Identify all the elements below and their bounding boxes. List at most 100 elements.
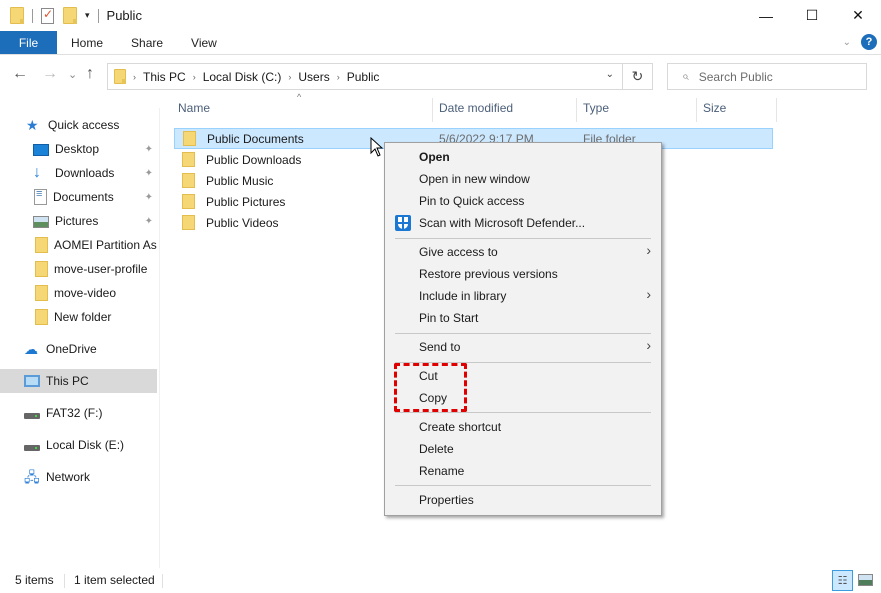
column-divider[interactable] <box>576 98 577 122</box>
tab-home[interactable]: Home <box>57 31 117 54</box>
search-input[interactable] <box>698 69 849 84</box>
column-header-size[interactable]: Size <box>703 101 726 119</box>
mouse-cursor-icon <box>370 137 384 157</box>
divider <box>32 8 33 23</box>
pin-icon: ✦ <box>144 215 153 227</box>
sidebar-item-pictures[interactable]: Pictures ✦ <box>0 209 157 233</box>
chevron-right-icon: › <box>646 337 651 353</box>
documents-icon <box>34 188 47 205</box>
chevron-right-icon[interactable]: › <box>133 72 136 82</box>
tab-file[interactable]: File <box>0 31 57 54</box>
chevron-right-icon[interactable]: › <box>193 72 196 82</box>
sidebar-item-new-folder[interactable]: New folder <box>0 305 157 329</box>
menu-item-include-in-library[interactable]: Include in library › <box>385 285 661 307</box>
forward-button[interactable]: → <box>42 65 58 83</box>
context-menu: Open Open in new window Pin to Quick acc… <box>384 142 662 516</box>
column-header-type[interactable]: Type <box>583 101 609 119</box>
refresh-button[interactable]: ↻ <box>623 63 653 90</box>
sidebar-item-label: Local Disk (E:) <box>46 438 125 452</box>
column-divider[interactable] <box>432 98 433 122</box>
large-icons-view-button[interactable] <box>858 574 873 586</box>
menu-separator <box>395 333 651 334</box>
status-bar: 5 items 1 item selected ☷ <box>0 570 881 593</box>
menu-item-send-to[interactable]: Send to › <box>385 336 661 358</box>
refresh-icon: ↻ <box>631 68 644 84</box>
menu-item-restore-previous-versions[interactable]: Restore previous versions <box>385 263 661 285</box>
menu-item-properties[interactable]: Properties <box>385 489 661 511</box>
minimize-icon: — <box>759 7 773 24</box>
sidebar-item-network[interactable]: 🖧 Network <box>0 465 157 489</box>
sidebar-item-aomei[interactable]: AOMEI Partition Assistant <box>0 233 157 257</box>
file-name: Public Music <box>206 173 274 188</box>
sidebar-item-label: Quick access <box>48 118 120 132</box>
up-button[interactable]: ↑ <box>86 65 94 83</box>
menu-item-scan-with-defender[interactable]: Scan with Microsoft Defender... <box>385 212 661 234</box>
folder-icon <box>35 285 48 301</box>
folder-icon <box>182 215 195 230</box>
sidebar-item-onedrive[interactable]: ☁ OneDrive <box>0 337 157 361</box>
column-header-date-modified[interactable]: Date modified <box>439 101 513 119</box>
details-view-button[interactable]: ☷ <box>832 570 853 591</box>
sidebar-item-this-pc[interactable]: This PC <box>0 369 157 393</box>
sidebar-item-documents[interactable]: Documents ✦ <box>0 185 157 209</box>
menu-item-label: Rename <box>419 464 465 478</box>
menu-item-open[interactable]: Open <box>385 146 661 168</box>
back-button[interactable]: ← <box>12 65 28 83</box>
menu-item-give-access-to[interactable]: Give access to › <box>385 241 661 263</box>
minimize-button[interactable]: — <box>743 0 789 31</box>
menu-item-create-shortcut[interactable]: Create shortcut <box>385 416 661 438</box>
sidebar-item-label: New folder <box>54 310 112 324</box>
folder-icon <box>114 69 126 84</box>
menu-separator <box>395 485 651 486</box>
sidebar-item-fat32-f[interactable]: FAT32 (F:) <box>0 401 157 425</box>
recent-locations-button[interactable]: ⌄ <box>68 68 77 81</box>
menu-item-label: Send to <box>419 340 461 354</box>
ribbon-tabs: File Home Share View ⌄ ? <box>0 31 881 55</box>
folder-icon <box>35 261 48 277</box>
menu-item-pin-to-start[interactable]: Pin to Start <box>385 307 661 329</box>
column-divider[interactable] <box>776 98 777 122</box>
file-name: Public Pictures <box>206 194 286 209</box>
selection-count: 1 item selected <box>74 573 155 587</box>
folder-icon <box>182 173 195 188</box>
folder-icon <box>35 237 48 253</box>
menu-item-label: Delete <box>419 442 454 456</box>
chevron-right-icon[interactable]: › <box>337 72 340 82</box>
pictures-icon <box>33 216 49 228</box>
expand-ribbon-icon[interactable]: ⌄ <box>843 37 851 48</box>
onedrive-icon: ☁ <box>24 341 38 357</box>
sidebar-item-local-disk-e[interactable]: Local Disk (E:) <box>0 433 157 457</box>
pin-icon: ✦ <box>144 167 153 179</box>
help-icon[interactable]: ? <box>861 34 877 50</box>
breadcrumb-public[interactable]: Public <box>347 70 380 84</box>
tab-view[interactable]: View <box>177 31 231 54</box>
properties-icon[interactable] <box>41 7 54 24</box>
menu-item-pin-to-quick-access[interactable]: Pin to Quick access <box>385 190 661 212</box>
breadcrumb-users[interactable]: Users <box>298 70 329 84</box>
close-button[interactable]: ✕ <box>835 0 881 31</box>
breadcrumb-this-pc[interactable]: This PC <box>143 70 186 84</box>
sidebar-item-downloads[interactable]: ↓ Downloads ✦ <box>0 161 157 185</box>
menu-item-open-in-new-window[interactable]: Open in new window <box>385 168 661 190</box>
column-divider[interactable] <box>696 98 697 122</box>
menu-item-label: Scan with Microsoft Defender... <box>419 216 586 230</box>
sidebar-item-label: move-user-profile <box>54 262 148 276</box>
menu-item-rename[interactable]: Rename <box>385 460 661 482</box>
sidebar-item-desktop[interactable]: Desktop ✦ <box>0 137 157 161</box>
address-dropdown-icon[interactable]: ⌄ <box>606 69 614 80</box>
search-box[interactable]: ⌕ <box>667 63 867 90</box>
menu-item-label: Open <box>419 150 450 164</box>
address-bar[interactable]: › This PC › Local Disk (C:) › Users › Pu… <box>107 63 623 90</box>
customize-dropdown-icon[interactable]: ▾ <box>85 10 90 21</box>
tab-share[interactable]: Share <box>117 31 177 54</box>
menu-item-delete[interactable]: Delete <box>385 438 661 460</box>
new-folder-icon[interactable] <box>63 7 77 24</box>
divider <box>64 574 65 588</box>
breadcrumb-local-disk-c[interactable]: Local Disk (C:) <box>203 70 282 84</box>
column-header-name[interactable]: Name <box>178 101 210 119</box>
chevron-right-icon[interactable]: › <box>288 72 291 82</box>
sidebar-item-move-user-profile[interactable]: move-user-profile <box>0 257 157 281</box>
maximize-button[interactable]: ☐ <box>789 0 835 31</box>
sidebar-item-quick-access[interactable]: ★ Quick access <box>0 113 157 137</box>
sidebar-item-move-video[interactable]: move-video <box>0 281 157 305</box>
